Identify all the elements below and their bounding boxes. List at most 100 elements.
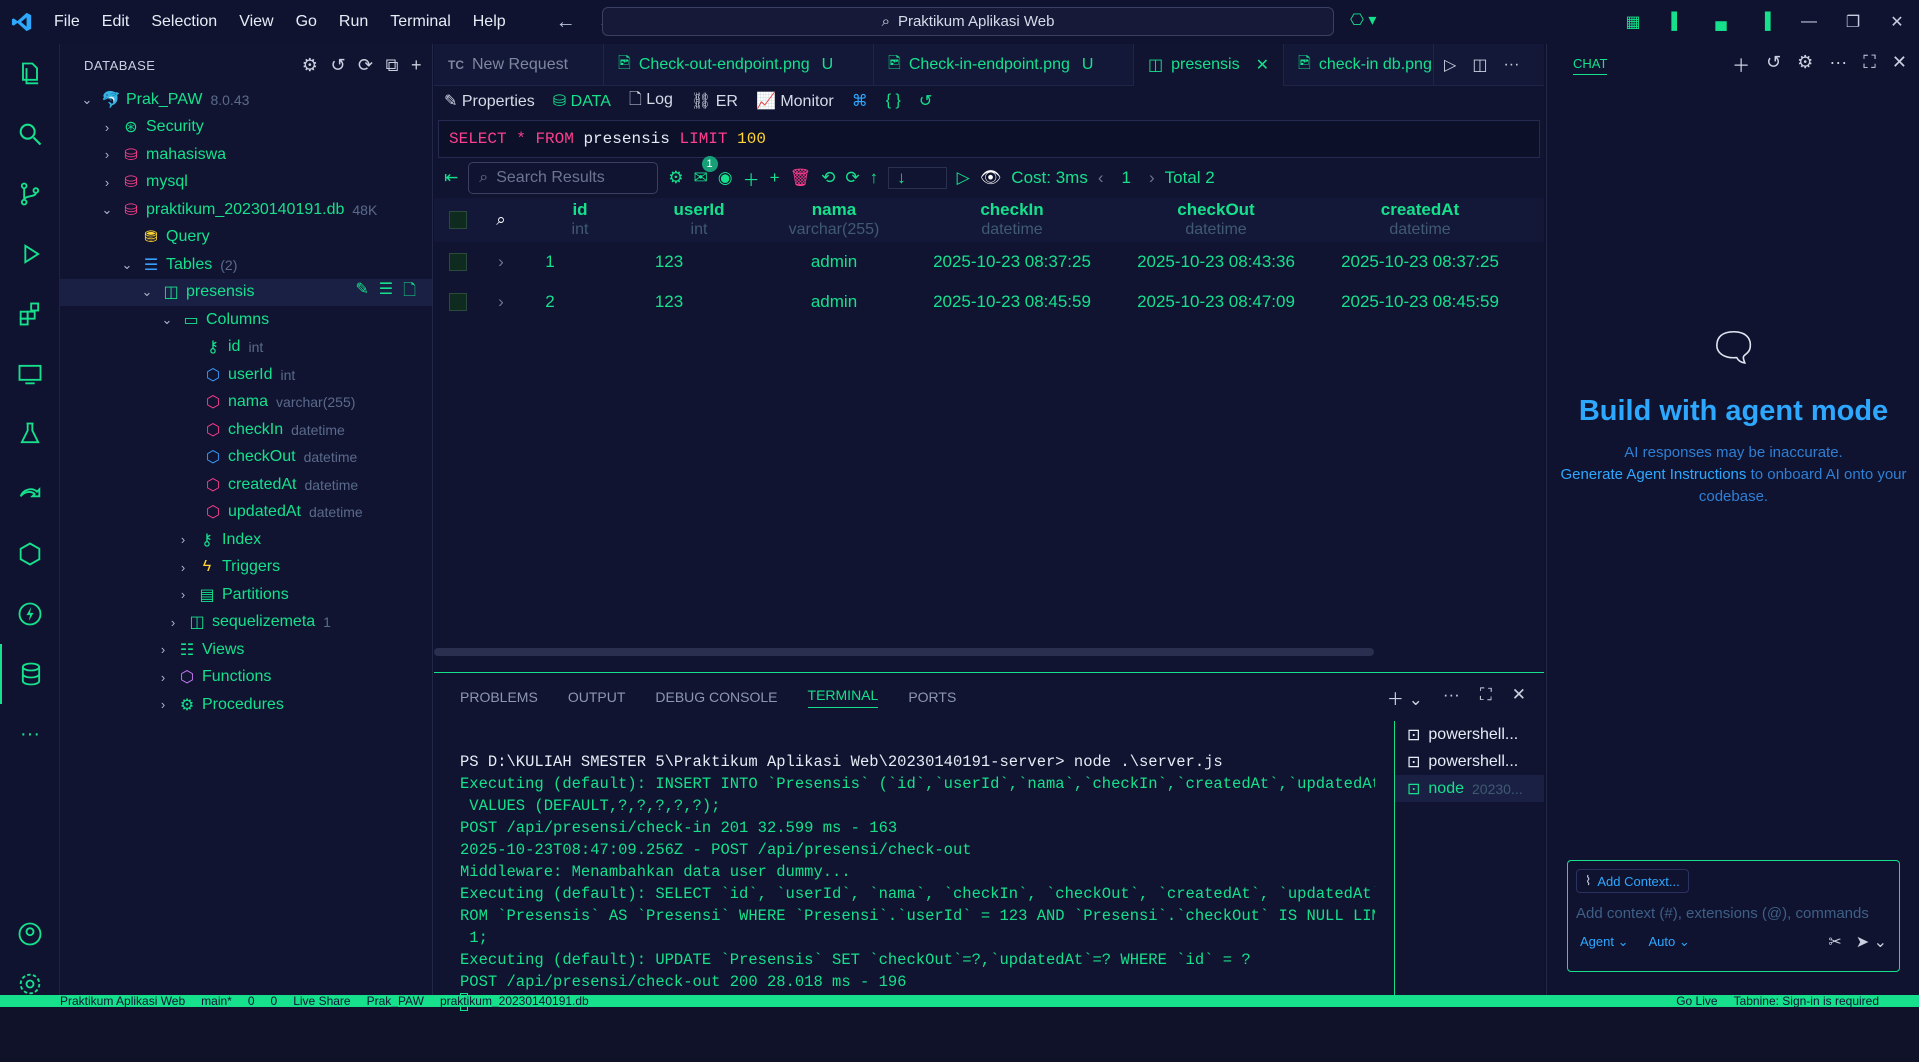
add-context-button[interactable]: ⌇ Add Context... [1576, 869, 1689, 893]
toggle-secondary-sidebar-icon[interactable]: ▐ [1743, 13, 1787, 31]
model-dropdown[interactable]: Auto ⌄ [1649, 934, 1690, 950]
send-icon[interactable]: ➤ ⌄ [1856, 932, 1887, 952]
menu-edit[interactable]: Edit [102, 13, 130, 31]
properties-tab[interactable]: ✎ Properties [444, 91, 535, 111]
select-all-checkbox[interactable] [434, 211, 482, 229]
collapse-all-icon[interactable]: ⧉ [386, 55, 399, 76]
column-item-checkout[interactable]: ⬡ checkOut datetime [60, 444, 432, 472]
run-query-icon[interactable]: ▷ [957, 168, 970, 188]
source-control-icon[interactable] [0, 164, 60, 224]
close-icon[interactable]: ✕ [1892, 52, 1907, 78]
tab-ports[interactable]: PORTS [908, 689, 956, 705]
history-icon[interactable]: ↺ [330, 55, 346, 76]
new-file-icon[interactable]: 🗋 [403, 279, 416, 306]
page-number[interactable]: 1 [1114, 168, 1139, 188]
tree-item-functions[interactable]: › ⬡ Functions [60, 664, 432, 692]
tree-item-mysql[interactable]: › ⛁ mysql [60, 169, 432, 197]
tree-item-procedures[interactable]: › ⚙ Procedures [60, 691, 432, 719]
menu-terminal[interactable]: Terminal [390, 13, 450, 31]
agent-mode-dropdown[interactable]: Agent ⌄ [1580, 934, 1629, 950]
tree-item-views[interactable]: › ☷ Views [60, 636, 432, 664]
horizontal-scrollbar[interactable] [434, 648, 1374, 656]
column-header-checkout[interactable]: checkOut datetime [1114, 200, 1318, 240]
next-page-icon[interactable]: › [1149, 168, 1155, 188]
tab-output[interactable]: OUTPUT [568, 689, 626, 705]
cell-checkout[interactable]: 2025-10-23 08:43:36 [1114, 252, 1318, 272]
back-arrow-icon[interactable]: ← [556, 11, 576, 34]
sync-icon[interactable]: ⟲ [821, 168, 835, 188]
close-tab-icon[interactable]: ✕ [1256, 55, 1269, 75]
cell-createdat[interactable]: 2025-10-23 08:37:25 [1318, 252, 1522, 272]
column-item-updatedat[interactable]: ⬡ updatedAt datetime [60, 499, 432, 527]
refresh-icon[interactable]: ⟳ [358, 55, 374, 76]
data-tab[interactable]: ⛁ DATA [553, 91, 611, 111]
column-item-id[interactable]: ⚷ id int [60, 334, 432, 362]
add-connection-icon[interactable]: + [411, 55, 422, 76]
chat-title[interactable]: CHAT [1573, 56, 1608, 75]
toggle-sidebar-icon[interactable]: ▌ [1655, 13, 1699, 31]
tab-debug-console[interactable]: DEBUG CONSOLE [655, 689, 777, 705]
toggle-panel-icon[interactable]: ▄ [1699, 13, 1743, 31]
cell-checkin[interactable]: 2025-10-23 08:45:59 [910, 292, 1114, 312]
tab-terminal[interactable]: TERMINAL [807, 687, 879, 708]
agent-instructions-link[interactable]: Generate Agent Instructions [1560, 466, 1746, 483]
layout-toggle-icon[interactable]: ▦ [1611, 12, 1655, 32]
history-icon[interactable]: ↺ [1766, 52, 1781, 78]
list-icon[interactable]: ☰ [379, 279, 393, 306]
user-icon[interactable]: ◉ [718, 168, 733, 188]
menu-file[interactable]: File [54, 13, 80, 31]
more-actions-icon[interactable]: ··· [1829, 52, 1847, 78]
prev-page-icon[interactable]: ‹ [1098, 168, 1104, 188]
settings-icon[interactable]: ⚙ [1797, 52, 1813, 78]
add-row-icon[interactable]: + [770, 168, 780, 188]
connection-item[interactable]: ⌄ 🐬 Prak_PAW 8.0.43 [60, 86, 432, 114]
command-center-search[interactable]: ⌕ Praktikum Aplikasi Web [602, 7, 1334, 36]
minimize-icon[interactable]: — [1787, 13, 1831, 31]
close-window-icon[interactable]: ✕ [1875, 12, 1919, 32]
extensions-icon[interactable] [0, 284, 60, 344]
monitor-tab[interactable]: 📈 Monitor [756, 91, 834, 111]
arrow-down-icon[interactable]: ↓ [888, 167, 947, 189]
column-header-nama[interactable]: nama varchar(255) [758, 200, 910, 240]
tools-icon[interactable]: ✂ [1828, 932, 1841, 952]
remote-explorer-icon[interactable] [0, 344, 60, 404]
er-tab[interactable]: ⛓ ER [691, 91, 738, 111]
tree-item-triggers[interactable]: › ϟ Triggers [60, 554, 432, 582]
status-go-live[interactable]: Go Live [1676, 995, 1717, 1007]
tab-check-out-endpoint[interactable]: 🖻 Check-out-endpoint.png U [604, 44, 874, 86]
expand-row-icon[interactable]: › [482, 252, 520, 272]
new-terminal-icon[interactable]: ＋ ⌄ [1387, 685, 1423, 710]
column-header-createdat[interactable]: createdAt datetime [1318, 200, 1522, 240]
log-tab[interactable]: 🗋 Log [629, 88, 673, 115]
cell-nama[interactable]: admin [758, 252, 910, 272]
tree-item-presensis[interactable]: ⌄ ◫ presensis ✎ ☰ 🗋 [60, 278, 432, 306]
tab-check-in-endpoint[interactable]: 🖻 Check-in-endpoint.png U [874, 44, 1134, 86]
new-chat-icon[interactable]: ＋ [1732, 52, 1750, 78]
status-database[interactable]: praktikum_20230140191.db [440, 995, 589, 1007]
preview-eye-icon[interactable]: 👁 [980, 168, 1002, 188]
braces-icon[interactable]: { } [886, 92, 901, 110]
tree-item-query[interactable]: ⛃ Query [60, 224, 432, 252]
run-debug-icon[interactable] [0, 224, 60, 284]
column-item-checkin[interactable]: ⬡ checkIn datetime [60, 416, 432, 444]
status-tabnine[interactable]: Tabnine: Sign-in is required [1734, 995, 1919, 1007]
cell-checkout[interactable]: 2025-10-23 08:47:09 [1114, 292, 1318, 312]
close-panel-icon[interactable]: ✕ [1512, 685, 1526, 710]
terminal-item[interactable]: ⊡ node 20230... [1395, 775, 1544, 802]
tab-problems[interactable]: PROBLEMS [460, 689, 538, 705]
menu-help[interactable]: Help [473, 13, 506, 31]
more-actions-icon[interactable]: ··· [1443, 685, 1460, 710]
terminal-item[interactable]: ⊡ powershell... [1395, 748, 1544, 775]
database-icon[interactable] [0, 644, 60, 704]
status-branch[interactable]: main* [201, 995, 232, 1007]
tree-item-tables[interactable]: ⌄ ☰ Tables (2) [60, 251, 432, 279]
vscode-icon[interactable]: ⌘ [852, 91, 868, 111]
refresh-icon[interactable]: ⟳ [845, 168, 859, 188]
status-connection[interactable]: Prak_PAW [367, 995, 424, 1007]
sql-editor[interactable]: SELECT * FROM presensis LIMIT 100 [438, 120, 1540, 158]
menu-view[interactable]: View [239, 13, 273, 31]
tree-item-mahasiswa[interactable]: › ⛁ mahasiswa [60, 141, 432, 169]
column-item-userid[interactable]: ⬡ userId int [60, 361, 432, 389]
tree-item-praktikum-db[interactable]: ⌄ ⛁ praktikum_20230140191.db 48K [60, 196, 432, 224]
row-checkbox[interactable] [434, 253, 482, 271]
